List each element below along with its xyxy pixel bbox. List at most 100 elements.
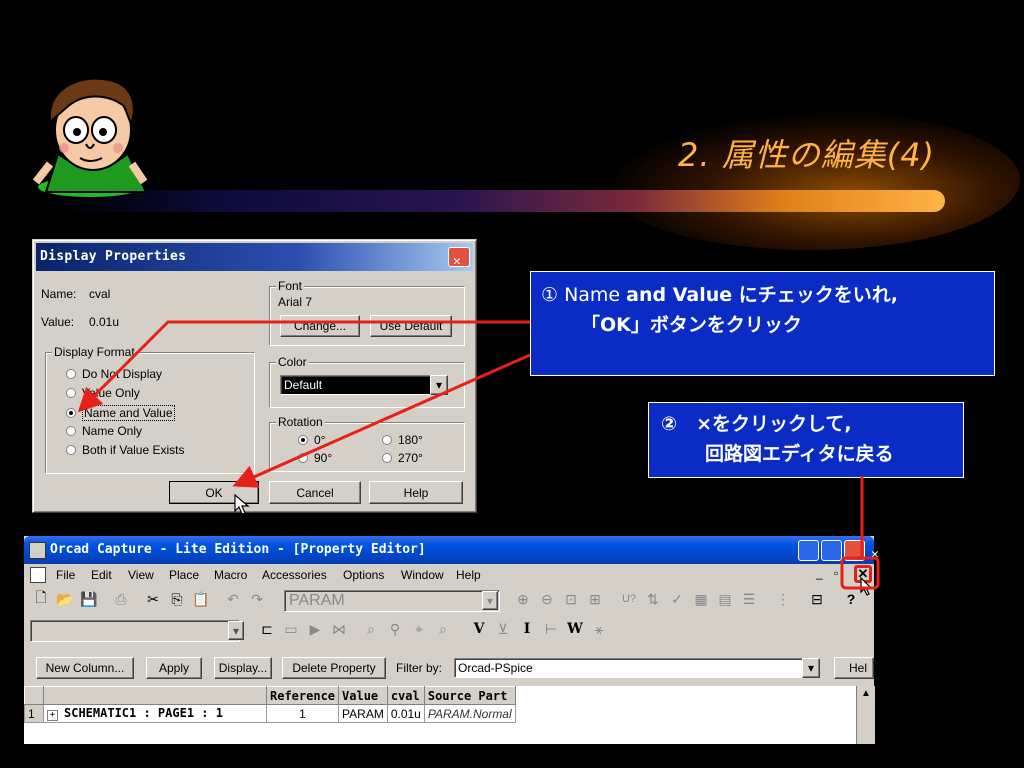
menu-edit[interactable]: Edit	[91, 568, 112, 582]
open-icon[interactable]: 📂	[54, 588, 76, 610]
radio-label: Name and Value	[82, 405, 175, 421]
menu-accessories[interactable]: Accessories	[262, 568, 327, 582]
display-button[interactable]: Display...	[214, 657, 272, 679]
expand-icon[interactable]: +	[47, 710, 58, 721]
new-icon[interactable]: 🗋	[30, 588, 52, 610]
place-ground-icon[interactable]: ⌖	[408, 618, 430, 640]
radio-rotation-90[interactable]: 90°	[298, 451, 332, 465]
help-icon[interactable]: ?	[840, 588, 862, 610]
menu-file[interactable]: File	[56, 568, 75, 582]
radio-icon	[382, 453, 392, 463]
power-probe-icon[interactable]: ⚹	[588, 618, 610, 640]
menu-macro[interactable]: Macro	[214, 568, 247, 582]
filter-dropdown-button[interactable]: ▾	[802, 658, 820, 678]
place-bus-icon[interactable]: ▶	[304, 618, 326, 640]
snap-grid-icon[interactable]: ⋮	[772, 588, 794, 610]
cell-source-part[interactable]: PARAM.Normal	[423, 704, 516, 723]
paste-icon[interactable]: 📋	[190, 588, 212, 610]
back-annotate-icon[interactable]: ⇅	[642, 588, 664, 610]
place-net-alias-icon[interactable]: ⌕	[360, 618, 382, 640]
radio-rotation-180[interactable]: 180°	[382, 433, 423, 447]
property-combo-dropdown[interactable]: ▾	[228, 621, 244, 640]
zoom-in-icon[interactable]: ⊕	[512, 588, 534, 610]
delete-property-button[interactable]: Delete Property	[282, 657, 386, 679]
redo-icon[interactable]: ↷	[246, 588, 268, 610]
radio-name-only[interactable]: Name Only	[66, 424, 142, 438]
drc-icon[interactable]: ✓	[666, 588, 688, 610]
radio-name-and-value[interactable]: Name and Value	[66, 405, 175, 421]
zoom-area-icon[interactable]: ⊡	[560, 588, 582, 610]
window-close-button[interactable]: ✕	[844, 540, 879, 562]
mdi-minimize-icon[interactable]: _	[816, 566, 823, 580]
radio-do-not-display[interactable]: Do Not Display	[66, 367, 162, 381]
place-part-icon[interactable]: ⊏	[256, 618, 278, 640]
current-marker-icon[interactable]: I	[516, 618, 538, 640]
place-off-page-icon[interactable]: ⌕	[432, 618, 454, 640]
menu-options[interactable]: Options	[343, 568, 384, 582]
callout-1-line2: 「OK」ボタンをクリック	[581, 314, 802, 336]
new-column-button[interactable]: New Column...	[36, 657, 134, 679]
change-font-button[interactable]: Change...	[280, 315, 360, 337]
minimize-button[interactable]: _	[798, 540, 833, 562]
radio-selected-icon	[298, 435, 308, 445]
zoom-all-icon[interactable]: ⊞	[584, 588, 606, 610]
place-wire-icon[interactable]: ▭	[280, 618, 302, 640]
power-marker-icon[interactable]: W	[564, 618, 586, 640]
annotate-icon[interactable]: U?	[618, 588, 640, 610]
cell-cval[interactable]: 0.01u	[386, 704, 425, 723]
radio-rotation-0[interactable]: 0°	[298, 433, 325, 447]
netlist-icon[interactable]: ▦	[690, 588, 712, 610]
voltage-marker-icon[interactable]: V	[468, 618, 490, 640]
save-icon[interactable]: 💾	[78, 588, 100, 610]
filter-select[interactable]: Orcad-PSpice	[454, 658, 809, 678]
help-button[interactable]: Help	[369, 481, 463, 504]
radio-value-only[interactable]: Value Only	[66, 386, 140, 400]
copy-icon[interactable]: ⎘	[166, 588, 188, 610]
cut-icon[interactable]: ✂	[142, 588, 164, 610]
column-header-value[interactable]: Value	[338, 686, 388, 705]
column-header-reference[interactable]: Reference	[265, 686, 340, 705]
zoom-out-icon[interactable]: ⊖	[536, 588, 558, 610]
radio-both-if-value-exists[interactable]: Both if Value Exists	[66, 443, 185, 457]
voltage-diff-icon[interactable]: ⊻	[492, 618, 514, 640]
menu-place[interactable]: Place	[169, 568, 199, 582]
place-power-icon[interactable]: ⚲	[384, 618, 406, 640]
undo-icon[interactable]: ↶	[222, 588, 244, 610]
maximize-button[interactable]: □	[821, 540, 856, 562]
property-combo[interactable]	[30, 620, 240, 642]
bill-of-materials-icon[interactable]: ☰	[738, 588, 760, 610]
menu-window[interactable]: Window	[401, 568, 444, 582]
project-manager-icon[interactable]: ⊟	[806, 588, 828, 610]
column-header-cval[interactable]: cval	[386, 686, 425, 705]
cross-reference-icon[interactable]: ▤	[714, 588, 736, 610]
color-dropdown-button[interactable]: ▾	[430, 375, 448, 395]
orcad-title-bar[interactable]: Orcad Capture - Lite Edition - [Property…	[24, 536, 879, 564]
color-group: Color Default ▾	[269, 355, 465, 408]
part-combo-dropdown[interactable]: ▾	[482, 591, 498, 610]
cell-reference[interactable]: 1	[265, 704, 340, 723]
dialog-close-button[interactable]: ✕	[448, 247, 470, 269]
help-button-partial[interactable]: Hel	[834, 657, 874, 679]
cell-value[interactable]: PARAM	[338, 704, 388, 723]
dialog-title-bar[interactable]: Display Properties ✕	[36, 243, 473, 271]
menu-view[interactable]: View	[128, 568, 154, 582]
mdi-restore-icon[interactable]: ▫	[834, 566, 838, 580]
part-combo[interactable]: PARAM	[284, 590, 500, 612]
radio-icon	[298, 453, 308, 463]
cancel-button[interactable]: Cancel	[269, 481, 361, 504]
use-default-button[interactable]: Use Default	[370, 315, 452, 337]
table-row[interactable]: 1 + SCHEMATIC1 : PAGE1 : 1 1 PARAM 0.01u …	[24, 704, 516, 723]
menu-help[interactable]: Help	[456, 568, 481, 582]
print-icon[interactable]: ⎙	[110, 588, 132, 610]
grid-vertical-scrollbar[interactable]: ▲	[856, 686, 875, 744]
scroll-up-icon[interactable]: ▲	[861, 688, 871, 699]
place-junction-icon[interactable]: ⋈	[328, 618, 350, 640]
color-select[interactable]: Default	[280, 375, 431, 395]
current-probe-icon[interactable]: ⊢	[540, 618, 562, 640]
apply-button[interactable]: Apply	[146, 657, 202, 679]
chevron-down-icon: ▾	[486, 593, 494, 608]
app-icon	[29, 542, 46, 559]
column-header-source-part[interactable]: Source Part	[423, 686, 516, 705]
chevron-down-icon: ▾	[232, 623, 240, 638]
radio-rotation-270[interactable]: 270°	[382, 451, 423, 465]
